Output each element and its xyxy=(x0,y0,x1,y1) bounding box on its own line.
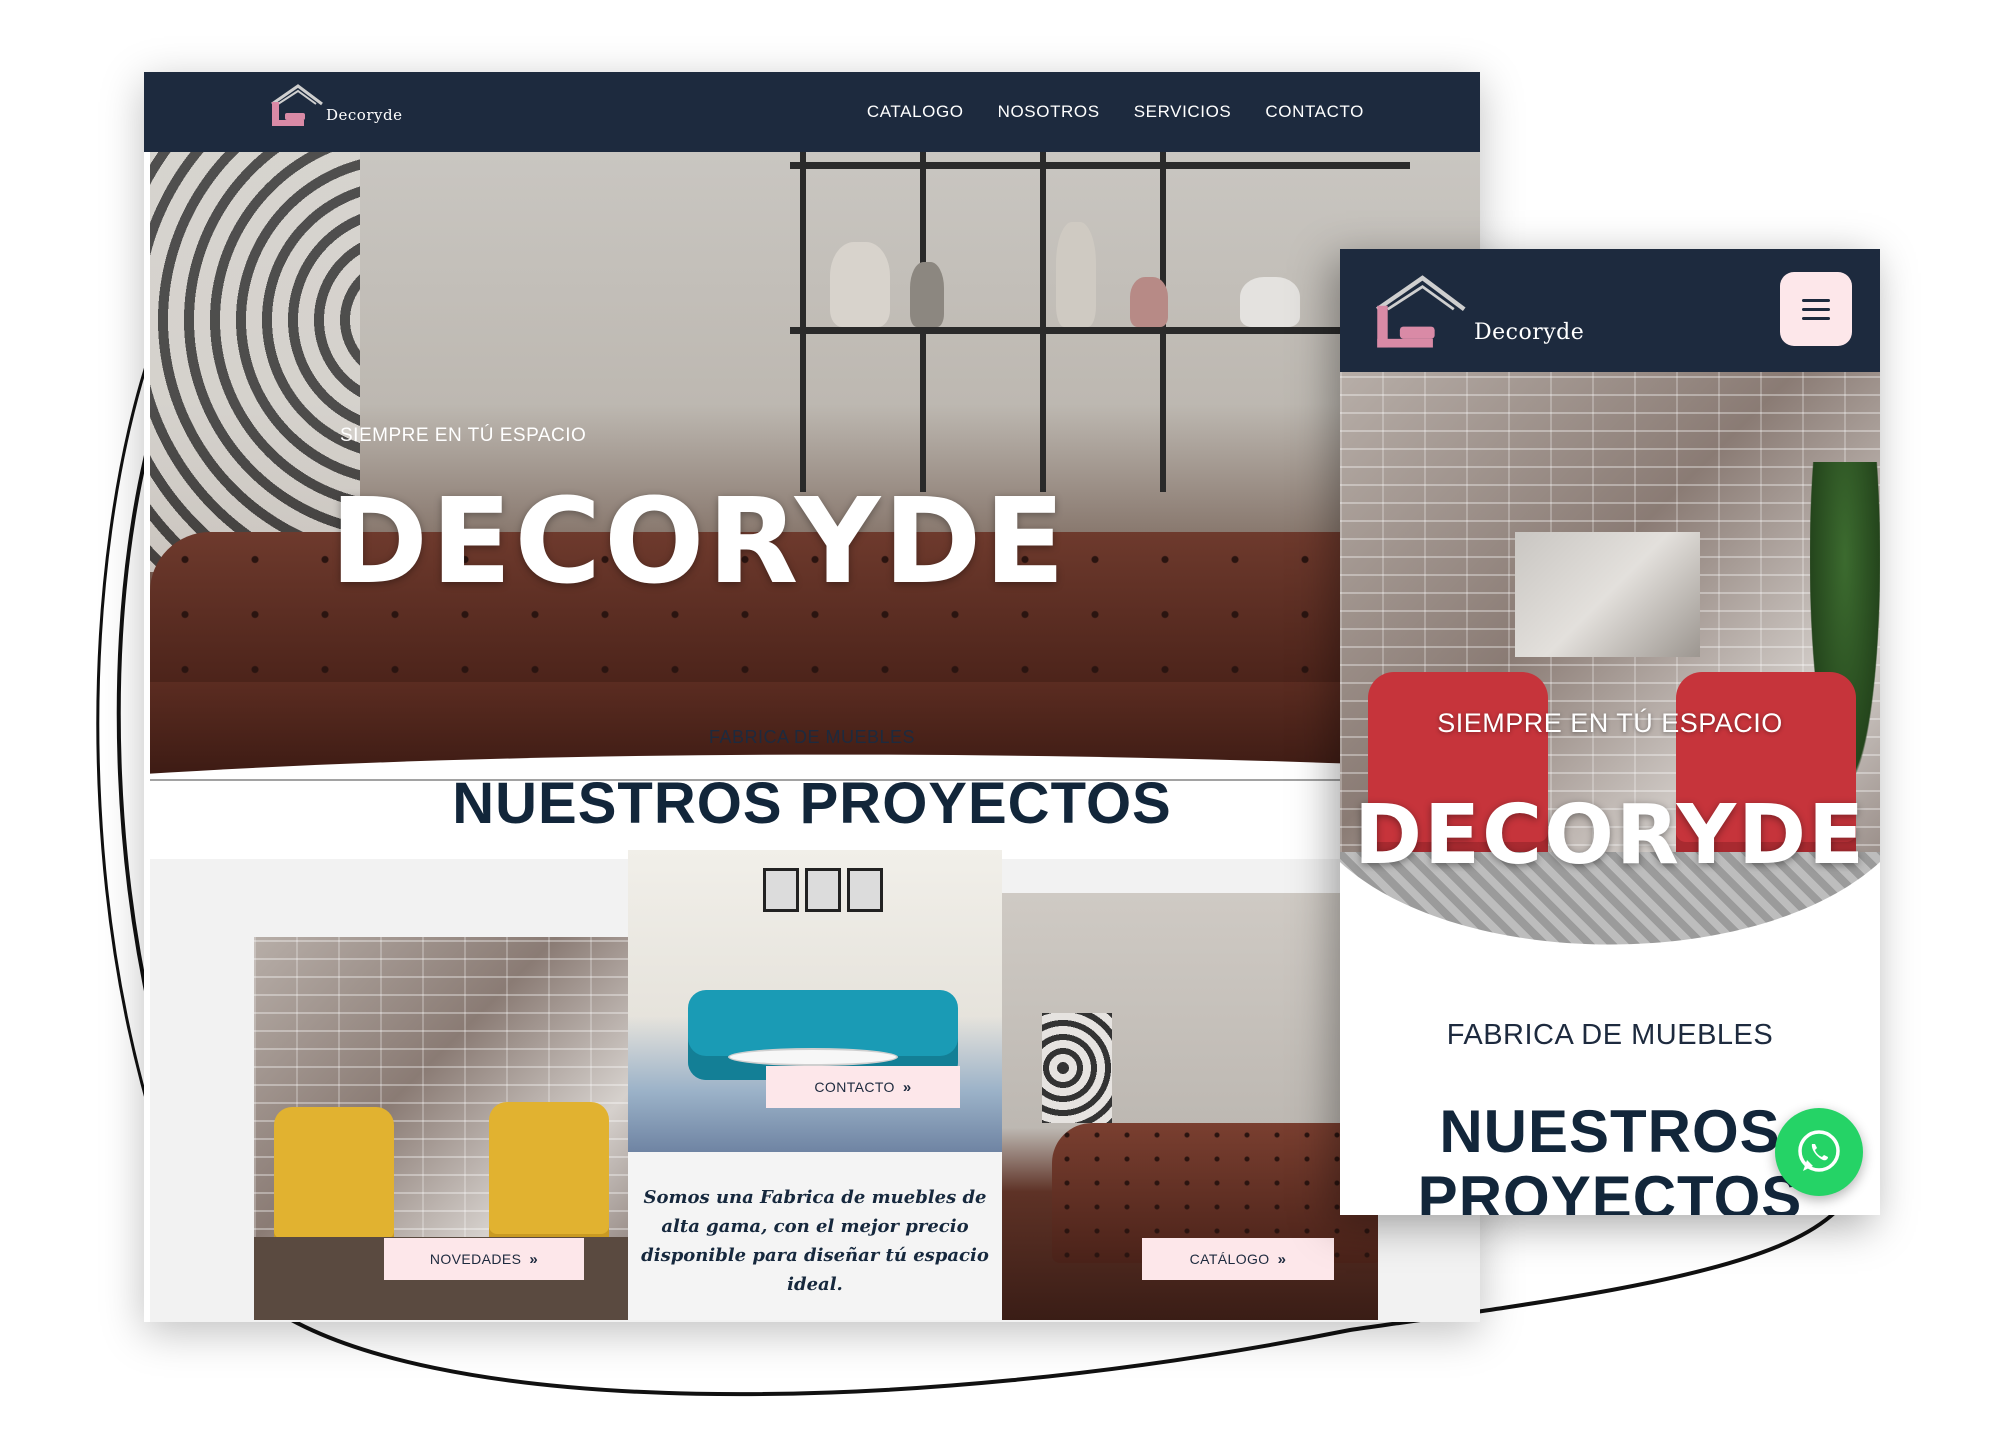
hero-title: DECORYDE xyxy=(330,472,1068,610)
hero-banner: SIEMPRE EN TÚ ESPACIO DECORYDE xyxy=(150,152,1480,782)
nav-nosotros[interactable]: NOSOTROS xyxy=(998,102,1100,122)
coffee-table-image xyxy=(728,1048,898,1066)
double-chevron-right-icon: » xyxy=(1277,1250,1287,1268)
desktop-header: Decoryde CATALOGO NOSOTROS SERVICIOS CON… xyxy=(144,72,1480,152)
hamburger-icon xyxy=(1802,298,1830,302)
mobile-hero-banner: SIEMPRE EN TÚ ESPACIO DECORYDE xyxy=(1340,372,1880,972)
section-kicker: FABRICA DE MUEBLES xyxy=(708,727,916,747)
nav-servicios[interactable]: SERVICIOS xyxy=(1134,102,1232,122)
hero-subtitle: SIEMPRE EN TÚ ESPACIO xyxy=(340,425,587,446)
mobile-header: Decoryde xyxy=(1340,249,1880,372)
contact-button-label: CONTACTO xyxy=(814,1079,895,1095)
mobile-logo[interactable]: Decoryde xyxy=(1366,271,1584,351)
wall-art-image xyxy=(1042,1013,1112,1123)
vase-image xyxy=(1056,222,1096,327)
vase-image xyxy=(910,262,944,327)
hamburger-menu-button[interactable] xyxy=(1780,272,1852,346)
section-title: NUESTROS PROYECTOS xyxy=(452,771,1172,836)
main-nav: CATALOGO NOSOTROS SERVICIOS CONTACTO xyxy=(867,72,1364,152)
shelf-post xyxy=(1040,152,1046,492)
mobile-section-kicker: FABRICA DE MUEBLES xyxy=(1446,1019,1774,1051)
catalog-button[interactable]: CATÁLOGO » xyxy=(1142,1238,1334,1280)
shelf-post xyxy=(800,152,806,492)
whatsapp-button[interactable] xyxy=(1775,1108,1863,1196)
house-logo-icon xyxy=(1376,275,1466,348)
mobile-hero-subtitle: SIEMPRE EN TÚ ESPACIO xyxy=(1437,708,1783,738)
picture-frame-image xyxy=(847,868,883,912)
double-chevron-right-icon: » xyxy=(902,1078,912,1096)
wall-art-image xyxy=(150,152,360,572)
hamburger-icon xyxy=(1802,307,1830,311)
logo[interactable]: Decoryde xyxy=(268,82,402,128)
armchair-image xyxy=(274,1107,394,1257)
picture-frame-image xyxy=(763,868,799,912)
catalog-button-label: CATÁLOGO xyxy=(1189,1251,1270,1267)
news-button[interactable]: NOVEDADES » xyxy=(384,1238,584,1280)
wall-art-image xyxy=(1515,532,1700,657)
picture-frame-image xyxy=(805,868,841,912)
contact-button[interactable]: CONTACTO » xyxy=(766,1066,960,1108)
vase-image xyxy=(1240,277,1300,327)
hero-curve-divider xyxy=(1340,862,1880,972)
whatsapp-icon xyxy=(1798,1130,1840,1172)
nav-contacto[interactable]: CONTACTO xyxy=(1265,102,1364,122)
logo-text: Decoryde xyxy=(1474,320,1585,345)
logo-text: Decoryde xyxy=(326,106,403,124)
nav-catalogo[interactable]: CATALOGO xyxy=(867,102,964,122)
mobile-mockup: Decoryde SIEMPRE EN TÚ ESPACIO DECORYDE … xyxy=(1340,249,1880,1215)
hamburger-icon xyxy=(1802,316,1830,320)
vase-image xyxy=(1130,277,1168,327)
house-logo-icon xyxy=(271,84,323,126)
shelf-board xyxy=(790,327,1410,334)
vase-image xyxy=(830,242,890,327)
armchair-image xyxy=(489,1102,609,1252)
company-description: Somos una Fabrica de muebles de alta gam… xyxy=(641,1187,989,1295)
news-button-label: NOVEDADES xyxy=(429,1251,522,1267)
shelf-board xyxy=(790,162,1410,169)
double-chevron-right-icon: » xyxy=(529,1250,539,1268)
